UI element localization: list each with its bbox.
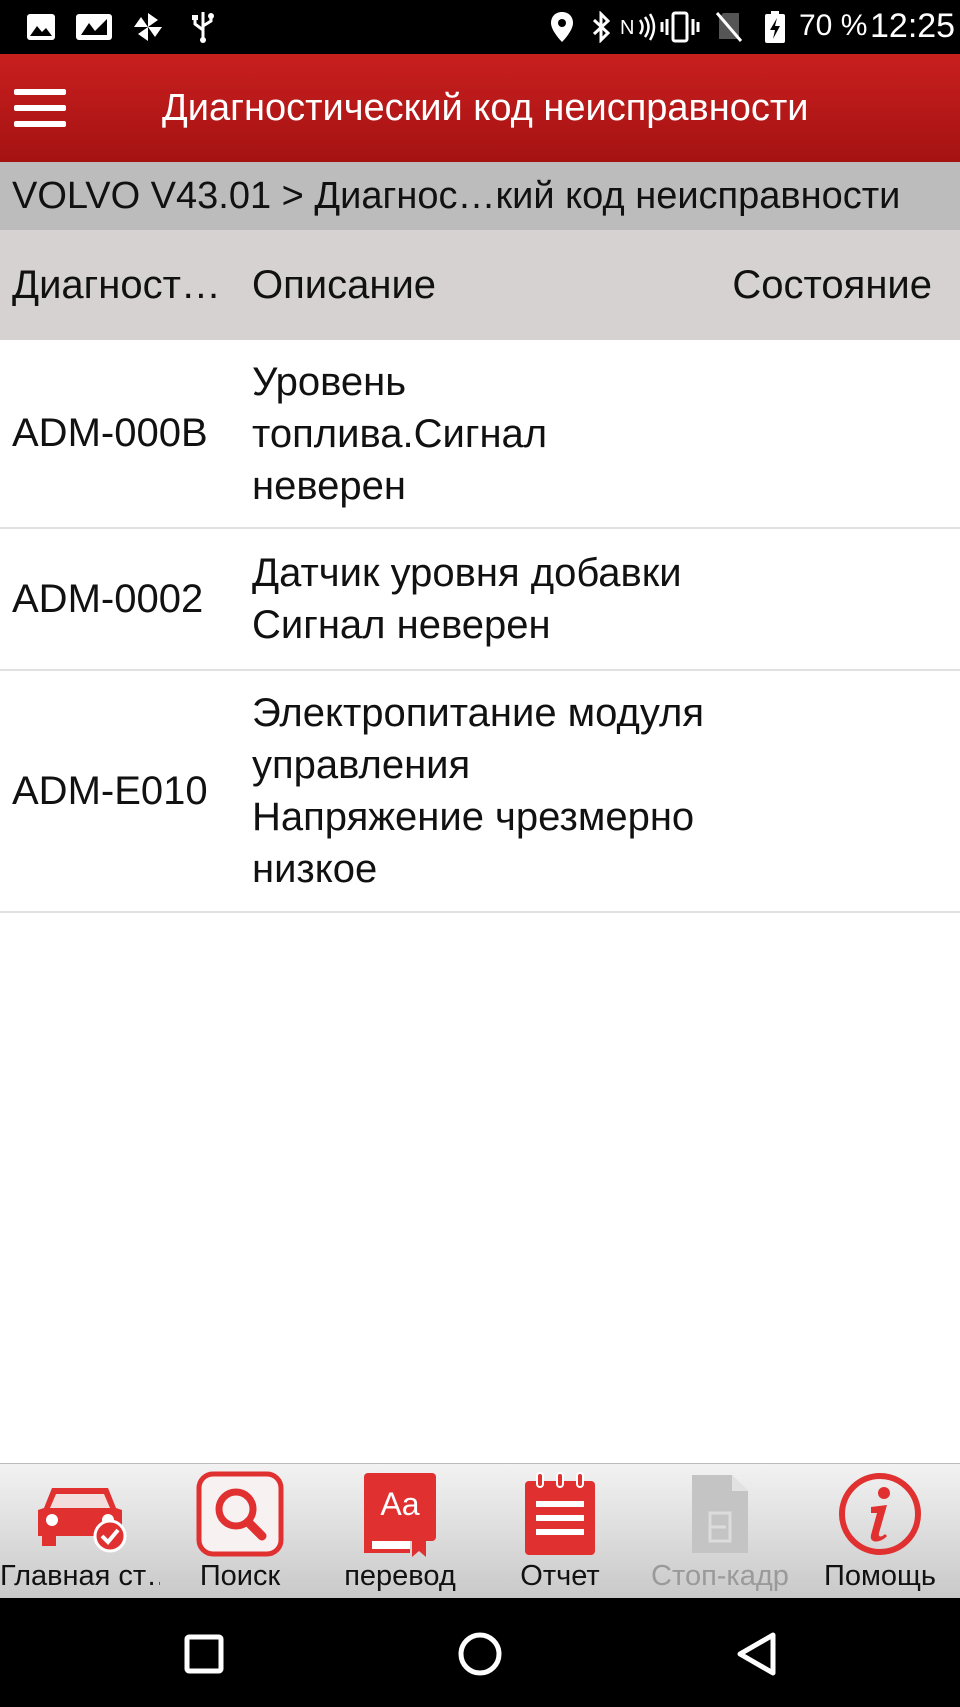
svg-text:N: N [620,17,634,39]
fault-code-list: ADM-000B Уровень топлива.Сигнал неверен … [0,340,960,913]
fault-description: Уровень топлива.Сигнал неверен [252,359,548,508]
report-label: Отчет [520,1560,600,1592]
status-bar: N 70 % 12:25 [0,0,960,54]
no-sim-icon [714,10,744,44]
info-icon [830,1468,930,1560]
svg-text:Aa: Aa [380,1486,419,1522]
home-label: Главная ст… [0,1560,160,1592]
table-row[interactable]: ADM-E010 Электропитание модуля управлени… [0,671,960,913]
car-check-icon [30,1468,130,1560]
bluetooth-icon [588,10,614,44]
home-circle-icon[interactable] [448,1622,512,1686]
pinwheel-icon [130,10,166,44]
search-icon [190,1468,290,1560]
search-label: Поиск [199,1560,281,1592]
battery-percentage: 70 % [799,9,868,42]
breadcrumb: VOLVO V43.01 > Диагнос…кий код неисправн… [0,162,960,230]
fault-code: ADM-E010 [12,768,208,813]
clock: 12:25 [870,7,956,45]
report-button[interactable]: Отчет [480,1464,640,1599]
system-navigation-bar [0,1598,960,1707]
fault-description: Датчик уровня добавки Сигнал неверен [252,551,682,647]
translate-label: перевод [344,1560,456,1592]
location-icon [548,10,576,44]
table-header: Диагност… Описание Состояние [0,230,960,340]
hamburger-menu-icon[interactable] [10,80,70,136]
vibrate-icon [660,10,700,44]
nfc-icon: N [620,10,656,44]
recent-apps-icon[interactable] [172,1622,236,1686]
translate-button[interactable]: Aa перевод [320,1464,480,1599]
usb-icon [188,10,218,44]
table-row[interactable]: ADM-000B Уровень топлива.Сигнал неверен [0,340,960,529]
app-bar: Диагностический код неисправности [0,54,960,162]
fault-code: ADM-000B [12,411,208,455]
fault-code: ADM-0002 [12,576,204,621]
help-button[interactable]: Помощь [800,1464,960,1599]
freeze-frame-icon [670,1468,770,1560]
home-button[interactable]: Главная ст… [0,1464,160,1599]
battery-charging-icon [762,10,788,44]
freeze-frame-button[interactable]: Стоп-кадр [640,1464,800,1599]
image-icon [24,10,58,44]
dictionary-icon: Aa [350,1468,450,1560]
page-title: Диагностический код неисправности [162,87,809,129]
fault-description: Электропитание модуля управления Напряже… [252,691,705,891]
search-button[interactable]: Поиск [160,1464,320,1599]
table-row[interactable]: ADM-0002 Датчик уровня добавки Сигнал не… [0,529,960,671]
gallery-icon [74,10,114,44]
back-icon[interactable] [724,1622,788,1686]
freeze-frame-label: Стоп-кадр [651,1560,789,1592]
column-header-code[interactable]: Диагност… [12,230,222,340]
bottom-toolbar: Главная ст… Поиск Aa перевод Отчет Стоп-… [0,1463,960,1598]
column-header-description[interactable]: Описание [252,230,436,340]
help-label: Помощь [823,1560,936,1592]
column-header-state[interactable]: Состояние [732,230,932,340]
report-icon [510,1468,610,1560]
